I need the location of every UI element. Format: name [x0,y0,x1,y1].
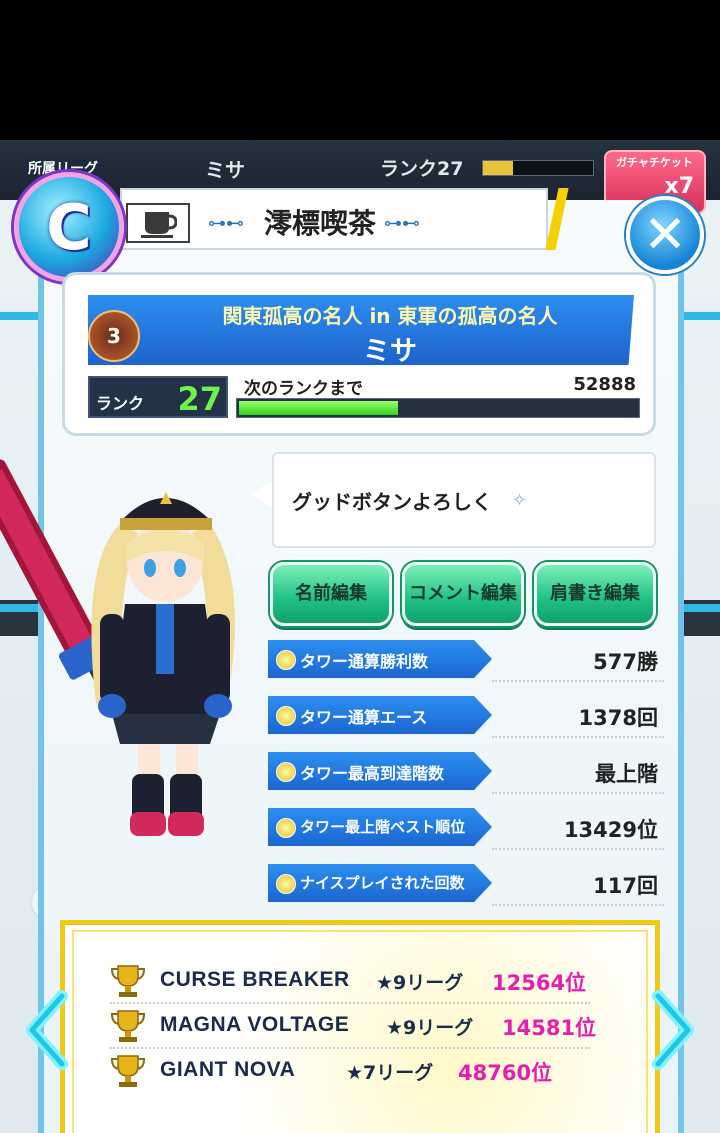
divider [492,791,664,794]
divider [492,735,664,738]
stat-value: 577勝 [593,650,658,674]
trophy-icon [110,1055,146,1087]
ticket-label: ガチャチケット [616,156,693,169]
rank-value: 27 [177,380,222,418]
stat-value: 13429位 [563,818,658,842]
page-title: 澪標喫茶 [263,207,376,240]
xp-progress-fill [239,401,398,415]
next-rank-value: 52888 [573,374,636,395]
edit-comment-button[interactable]: コメント編集 [402,562,524,626]
comment-text: グッドボタンよろしく [292,490,492,514]
stat-value: 最上階 [595,762,658,786]
divider [492,679,664,682]
stat-row-nice-plays: ナイスプレイされた回数 117回 [268,864,664,906]
xp-progress-bar [236,398,640,418]
next-rank-label: 次のランクまで [244,379,363,399]
stat-row-tower-best-rank: タワー最上階ベスト順位 13429位 [268,808,664,850]
stat-row-tower-aces: タワー通算エース 1378回 [268,696,664,738]
divider [110,1047,590,1049]
close-button[interactable]: ✕ [626,196,704,274]
award-name: CURSE BREAKER [160,968,350,991]
bullet-icon [276,706,296,726]
divider [110,1002,590,1004]
bullet-icon [276,874,296,894]
speech-bubble-tail [250,480,274,508]
award-rank: 12564位 [492,971,587,995]
divider [492,847,664,850]
trophy-icon [110,965,146,997]
bullet-icon [276,818,296,838]
stat-label: タワー最上階ベスト順位 [300,818,466,836]
award-league: ★9リーグ [386,1017,474,1039]
award-row: GIANT NOVA ★7リーグ 48760位 [110,1054,610,1094]
edit-title-button[interactable]: 肩書き編集 [534,562,656,626]
rank-label: ランク [96,394,145,413]
character-avatar [0,444,270,844]
stat-label: タワー通算勝利数 [300,652,429,671]
background-player-name: ミサ [205,158,245,182]
edit-name-button[interactable]: 名前編集 [270,562,392,626]
trophy-icon [110,1010,146,1042]
sparkle-icon: ✧ [512,490,528,511]
bullet-icon [276,650,296,670]
stat-value: 1378回 [578,706,658,730]
chevron-left-icon[interactable] [22,990,70,1070]
background-rank: ランク27 [380,158,464,180]
stat-value: 117回 [593,874,658,898]
award-league: ★7リーグ [346,1062,434,1084]
league-badge-icon: C [14,172,124,282]
stat-label: タワー最高到達階数 [300,764,445,783]
medal-icon: 3 [88,310,140,362]
stat-row-tower-highest-floor: タワー最高到達階数 最上階 [268,752,664,794]
chevron-right-icon[interactable] [650,990,698,1070]
award-row: MAGNA VOLTAGE ★9リーグ 14581位 [110,1009,610,1049]
award-name: GIANT NOVA [160,1058,296,1081]
player-name: ミサ [363,336,417,367]
stat-label: タワー通算エース [300,708,428,727]
stat-label: ナイスプレイされた回数 [300,874,465,892]
award-name: MAGNA VOLTAGE [160,1013,350,1036]
player-title: 関東孤高の名人 in 東軍の孤高の名人 [222,304,558,328]
divider [492,903,664,906]
stat-row-tower-wins: タワー通算勝利数 577勝 [268,640,664,682]
close-icon: ✕ [643,205,687,265]
award-rank: 14581位 [502,1016,597,1040]
award-league: ★9リーグ [376,972,464,994]
coffee-cup-icon [126,203,190,243]
award-rank: 48760位 [458,1061,553,1085]
bullet-icon [276,762,296,782]
award-row: CURSE BREAKER ★9リーグ 12564位 [110,964,610,1004]
background-rank-bar [482,160,594,176]
